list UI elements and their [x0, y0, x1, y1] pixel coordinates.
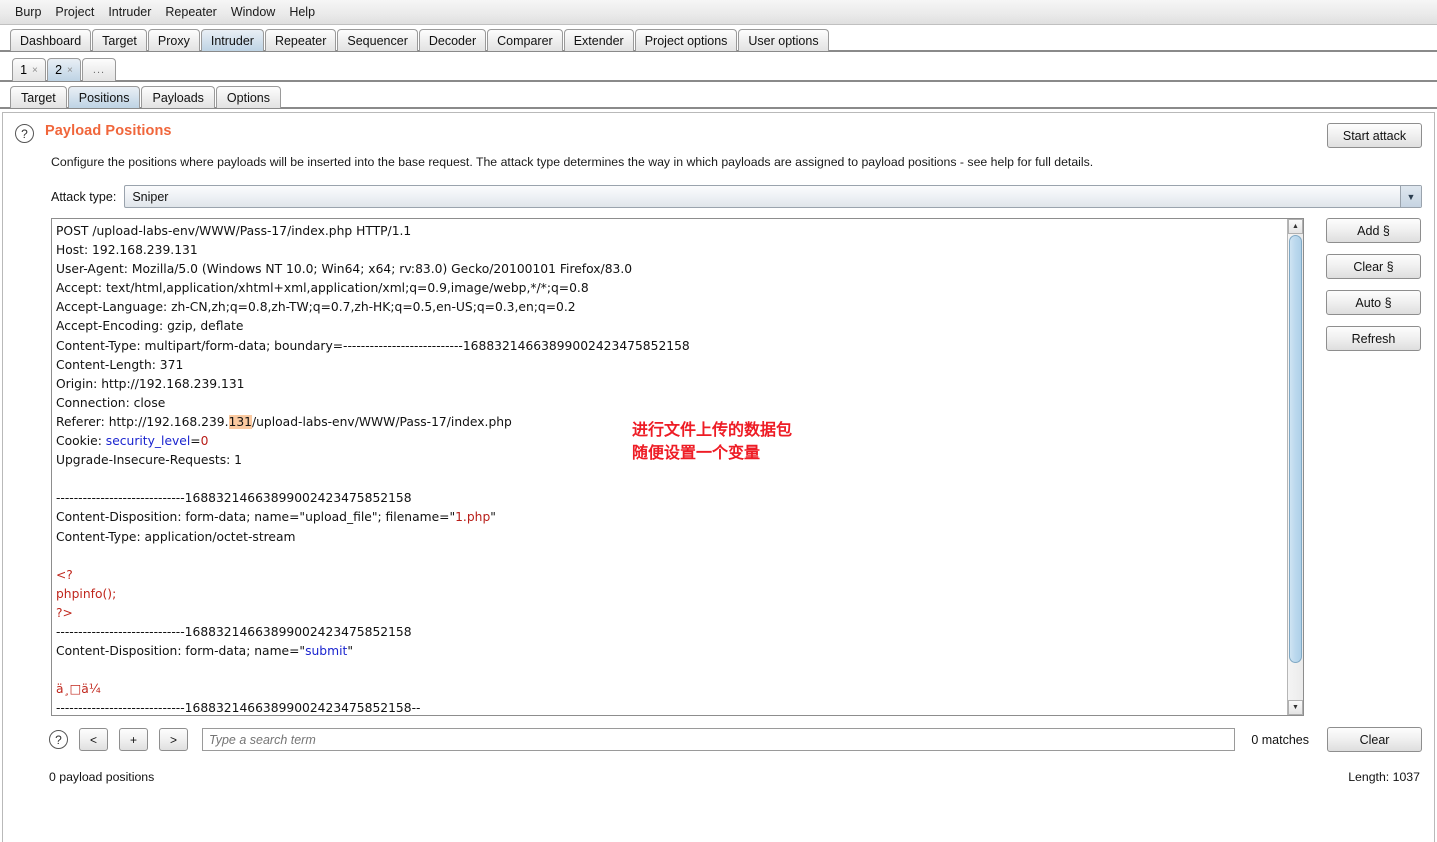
tab-dashboard[interactable]: Dashboard: [10, 29, 92, 51]
sub-tab-strip: Target Positions Payloads Options: [0, 82, 1437, 109]
page-title: Payload Positions: [45, 123, 172, 139]
menu-item-window[interactable]: Window: [224, 3, 282, 21]
request-line: -----------------------------16883214663…: [56, 701, 421, 716]
request-text[interactable]: POST /upload-labs-env/WWW/Pass-17/index.…: [52, 219, 1287, 715]
tab-user-options[interactable]: User options: [738, 29, 829, 51]
attack-tab-1-label: 1: [20, 63, 28, 77]
tab-sequencer[interactable]: Sequencer: [337, 29, 418, 51]
subtab-target[interactable]: Target: [10, 86, 67, 108]
tab-target[interactable]: Target: [92, 29, 147, 51]
scrollbar-thumb[interactable]: [1289, 235, 1302, 663]
start-attack-button[interactable]: Start attack: [1327, 123, 1422, 148]
menu-item-repeater[interactable]: Repeater: [158, 3, 223, 21]
search-add-button[interactable]: +: [119, 728, 148, 751]
request-length: Length: 1037: [1348, 770, 1420, 784]
tab-comparer[interactable]: Comparer: [487, 29, 563, 51]
search-next-button[interactable]: >: [159, 728, 188, 751]
tab-repeater[interactable]: Repeater: [264, 29, 337, 51]
editor-vertical-scrollbar[interactable]: ▲ ▼: [1287, 219, 1303, 715]
subtab-payloads[interactable]: Payloads: [141, 86, 215, 108]
menu-item-burp[interactable]: Burp: [8, 3, 48, 21]
auto-position-button[interactable]: Auto §: [1326, 290, 1421, 315]
attack-tab-2-label: 2: [55, 63, 63, 77]
request-line: Content-Type: multipart/form-data; bound…: [56, 338, 690, 353]
panel-description: Configure the positions where payloads w…: [51, 155, 1094, 169]
panel-header: ? Payload Positions: [3, 113, 1434, 143]
request-line: [56, 661, 1287, 680]
clear-search-button[interactable]: Clear: [1327, 727, 1422, 752]
request-line: Accept-Language: zh-CN,zh;q=0.8,zh-TW;q=…: [56, 300, 576, 315]
attack-tab-2[interactable]: 2 ×: [47, 58, 81, 81]
clear-position-button[interactable]: Clear §: [1326, 254, 1421, 279]
attack-type-row: Attack type: Sniper ▼: [3, 169, 1434, 208]
editor-row: POST /upload-labs-env/WWW/Pass-17/index.…: [3, 208, 1434, 716]
request-line: phpinfo();: [56, 586, 117, 601]
scroll-up-icon[interactable]: ▲: [1288, 219, 1303, 234]
request-line: Content-Type: application/octet-stream: [56, 529, 296, 544]
request-line: [56, 547, 1287, 566]
help-icon[interactable]: ?: [15, 124, 34, 143]
search-input[interactable]: [202, 728, 1236, 751]
search-help-icon[interactable]: ?: [49, 730, 68, 749]
request-line: <?: [56, 567, 73, 582]
attack-tab-strip: 1 × 2 × ...: [0, 52, 1437, 82]
request-line: [56, 470, 1287, 489]
close-icon[interactable]: ×: [32, 65, 38, 76]
request-editor[interactable]: POST /upload-labs-env/WWW/Pass-17/index.…: [51, 218, 1304, 716]
menu-item-project[interactable]: Project: [48, 3, 101, 21]
tab-proxy[interactable]: Proxy: [147, 29, 200, 51]
positions-panel: ? Payload Positions Start attack Configu…: [2, 112, 1435, 842]
main-tab-strip: Dashboard Target Proxy Intruder Repeater…: [0, 25, 1437, 52]
attack-type-label: Attack type:: [51, 189, 117, 204]
tab-extender[interactable]: Extender: [563, 29, 634, 51]
tab-intruder[interactable]: Intruder: [200, 29, 264, 51]
add-position-button[interactable]: Add §: [1326, 218, 1421, 243]
request-line: Connection: close: [56, 395, 166, 410]
scroll-down-icon[interactable]: ▼: [1288, 700, 1303, 715]
request-line: Accept-Encoding: gzip, deflate: [56, 319, 244, 334]
request-line: Content-Disposition: form-data; name="su…: [56, 644, 353, 659]
request-line: Origin: http://192.168.239.131: [56, 376, 245, 391]
position-buttons: Add § Clear § Auto § Refresh: [1326, 218, 1421, 716]
menu-item-help[interactable]: Help: [282, 3, 322, 21]
payload-position-count: 0 payload positions: [49, 770, 155, 784]
attack-type-select[interactable]: Sniper ▼: [124, 185, 1422, 208]
request-line: Host: 192.168.239.131: [56, 243, 198, 258]
close-icon[interactable]: ×: [67, 65, 73, 76]
request-line: -----------------------------16883214663…: [56, 624, 412, 639]
request-line: -----------------------------16883214663…: [56, 491, 412, 506]
request-line: ä¸□ä¼: [56, 682, 101, 697]
tab-project-options[interactable]: Project options: [634, 29, 738, 51]
request-line: User-Agent: Mozilla/5.0 (Windows NT 10.0…: [56, 262, 633, 277]
menu-item-intruder[interactable]: Intruder: [101, 3, 158, 21]
request-line: Content-Length: 371: [56, 357, 184, 372]
annotation-text: 进行文件上传的数据包 随便设置一个变量: [632, 420, 793, 462]
request-line: POST /upload-labs-env/WWW/Pass-17/index.…: [56, 224, 412, 238]
chevron-down-icon[interactable]: ▼: [1400, 186, 1421, 207]
match-count: 0 matches: [1251, 732, 1309, 747]
status-bar: 0 payload positions Length: 1037: [3, 752, 1434, 784]
ellipsis-icon: ...: [92, 64, 106, 76]
subtab-options[interactable]: Options: [215, 86, 282, 108]
menu-bar: Burp Project Intruder Repeater Window He…: [0, 0, 1437, 25]
request-line: Accept: text/html,application/xhtml+xml,…: [56, 281, 589, 296]
request-line: Content-Disposition: form-data; name="up…: [56, 510, 496, 525]
attack-tab-1[interactable]: 1 ×: [12, 58, 46, 81]
attack-tab-new[interactable]: ...: [82, 58, 116, 81]
request-line: ?>: [56, 605, 73, 620]
search-row: ? < + > 0 matches Clear: [3, 716, 1434, 752]
attack-type-value: Sniper: [132, 189, 169, 204]
tab-decoder[interactable]: Decoder: [418, 29, 487, 51]
search-prev-button[interactable]: <: [79, 728, 108, 751]
refresh-button[interactable]: Refresh: [1326, 326, 1421, 351]
subtab-positions[interactable]: Positions: [67, 86, 141, 108]
